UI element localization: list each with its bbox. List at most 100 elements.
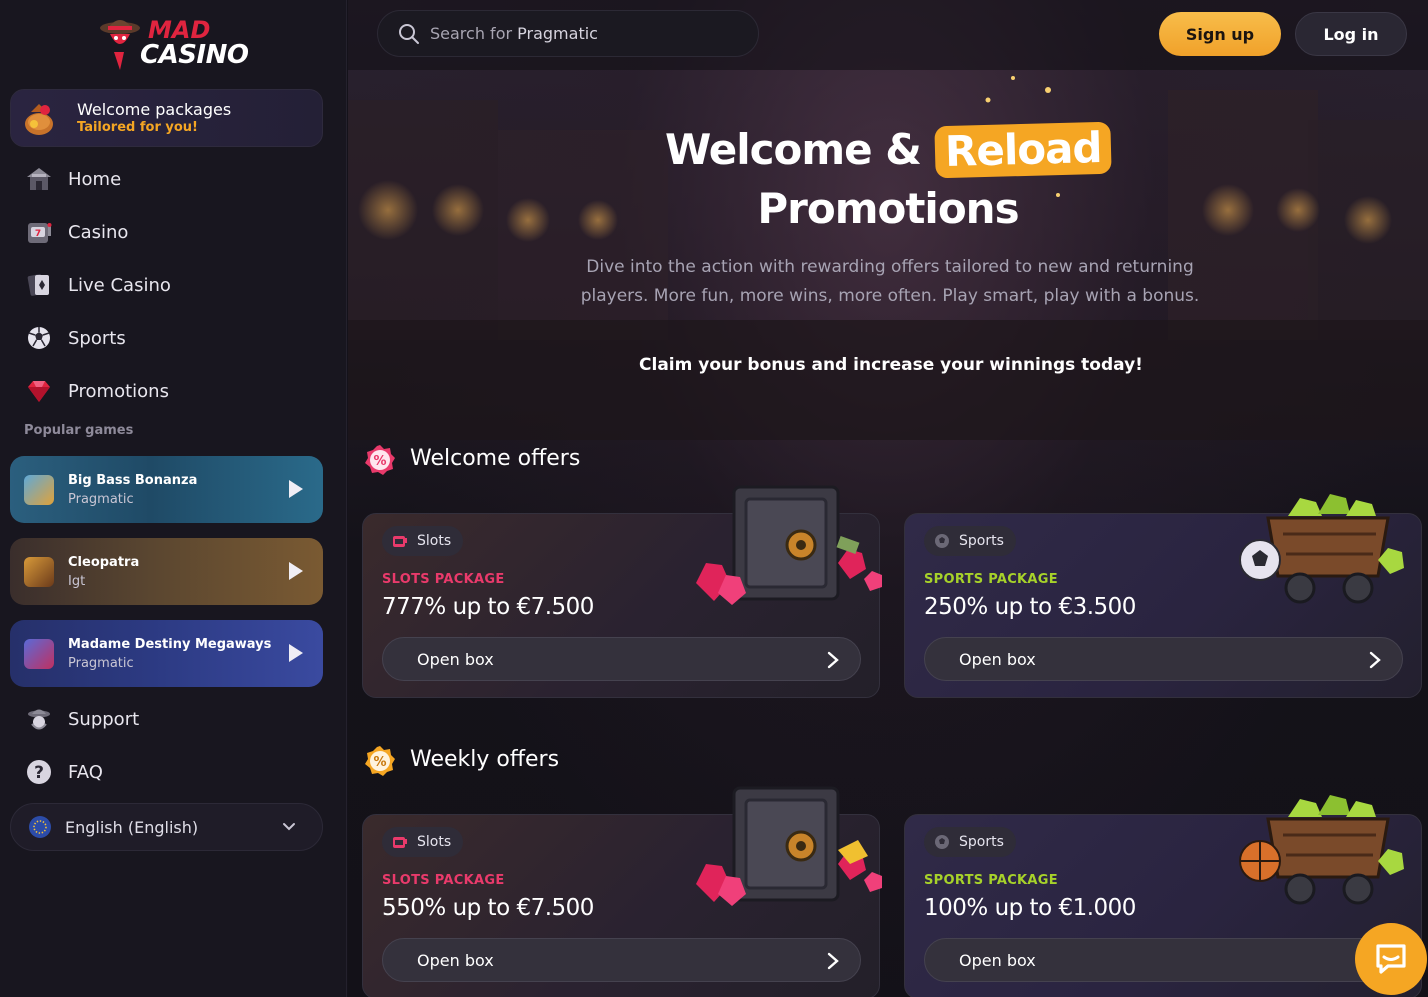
sidebar-item-sports[interactable]: Sports — [14, 314, 324, 362]
percent-badge-icon: % — [365, 445, 395, 475]
search-term: Pragmatic — [517, 24, 598, 43]
soccer-ball-icon — [935, 835, 949, 849]
open-box-label: Open box — [959, 649, 1036, 669]
cowboy-mascot-icon — [100, 20, 140, 70]
hero-title-line2: Promotions — [757, 184, 1019, 233]
popular-game-card[interactable]: Cleopatra Igt — [10, 538, 323, 605]
game-name: Big Bass Bonanza — [68, 472, 198, 488]
category-tag-label: Sports — [959, 533, 1004, 549]
game-thumbnail — [24, 556, 54, 587]
hero-title-line1: Welcome & Reload — [348, 121, 1428, 179]
category-tag: Slots — [382, 526, 464, 556]
popular-games-heading: Popular games — [24, 423, 134, 438]
game-name: Cleopatra — [68, 554, 140, 570]
svg-text:7: 7 — [35, 229, 41, 239]
open-box-label: Open box — [959, 950, 1036, 970]
slot-machine-icon: 7 — [28, 223, 52, 243]
sidebar-item-casino[interactable]: 7 Casino — [14, 208, 324, 256]
soccer-ball-icon — [28, 327, 50, 349]
log-in-button[interactable]: Log in — [1295, 12, 1407, 56]
welcome-packages-title: Welcome packages — [77, 99, 232, 119]
chevron-right-icon — [827, 952, 839, 970]
gem-icon — [28, 381, 50, 402]
sidebar-item-home[interactable]: Home — [14, 155, 324, 203]
game-provider: Igt — [68, 573, 86, 589]
treasure-bag-icon — [25, 104, 53, 135]
play-icon[interactable] — [289, 480, 303, 498]
weekly-offers-heading: Weekly offers — [410, 747, 560, 772]
sidebar-item-label: Home — [68, 168, 122, 190]
offer-amount: 100% up to €1.000 — [924, 895, 1136, 921]
package-label: SLOTS PACKAGE — [382, 572, 505, 587]
support-icon — [28, 709, 50, 730]
play-icon[interactable] — [289, 562, 303, 580]
open-box-button[interactable]: Open box — [382, 637, 861, 681]
sidebar-item-live-casino[interactable]: Live Casino — [14, 261, 324, 309]
game-provider: Pragmatic — [68, 491, 134, 507]
open-box-button[interactable]: Open box — [924, 637, 1403, 681]
welcome-packages-banner[interactable]: Welcome packages Tailored for you! — [10, 89, 323, 147]
hero-claim: Claim your bonus and increase your winni… — [639, 355, 1143, 375]
open-box-button[interactable]: Open box — [382, 938, 861, 982]
hero-title-text: Welcome & — [664, 125, 935, 174]
package-label: SLOTS PACKAGE — [382, 873, 505, 888]
offer-amount: 777% up to €7.500 — [382, 594, 594, 620]
open-box-button[interactable]: Open box — [924, 938, 1403, 982]
soccer-ball-icon — [935, 534, 949, 548]
sidebar-item-faq[interactable]: ? FAQ — [14, 748, 324, 796]
open-box-label: Open box — [417, 950, 494, 970]
svg-text:%: % — [373, 454, 386, 469]
play-icon[interactable] — [289, 644, 303, 662]
game-provider: Pragmatic — [68, 655, 134, 671]
category-tag-label: Sports — [959, 834, 1004, 850]
slot-machine-icon — [393, 536, 407, 547]
popular-game-card[interactable]: Madame Destiny Megaways Pragmatic — [10, 620, 323, 687]
sidebar-item-support[interactable]: Support — [14, 695, 324, 743]
chevron-down-icon — [283, 823, 295, 831]
home-icon — [27, 168, 51, 190]
game-thumbnail — [24, 638, 54, 669]
category-tag-label: Slots — [417, 834, 452, 850]
language-label: English (English) — [65, 817, 199, 837]
sidebar-item-label: Live Casino — [68, 274, 171, 296]
category-tag: Sports — [924, 827, 1016, 857]
open-box-label: Open box — [417, 649, 494, 669]
search-icon — [399, 23, 419, 44]
game-thumbnail — [24, 474, 54, 505]
hero-description: Dive into the action with rewarding offe… — [580, 257, 1200, 306]
search-placeholder: Search for Pragmatic — [430, 24, 598, 43]
safe-with-gems-icon — [696, 485, 882, 605]
sign-up-button[interactable]: Sign up — [1159, 12, 1281, 56]
welcome-packages-subtitle: Tailored for you! — [77, 119, 198, 135]
sidebar: MAD CASINO Welcome packages Tailored for… — [0, 0, 347, 997]
search-input[interactable]: Search for Pragmatic — [377, 10, 759, 57]
live-chat-button[interactable] — [1355, 923, 1427, 995]
sidebar-item-promotions[interactable]: Promotions — [14, 367, 324, 415]
language-select[interactable]: English (English) — [10, 803, 323, 851]
category-tag: Slots — [382, 827, 464, 857]
main-content: Search for Pragmatic Sign up Log in Welc… — [348, 0, 1428, 997]
sidebar-item-label: Support — [68, 708, 140, 730]
western-town-background — [348, 76, 1428, 440]
sidebar-item-label: Promotions — [68, 380, 169, 402]
sidebar-item-label: Sports — [68, 327, 126, 349]
svg-text:?: ? — [34, 763, 44, 783]
game-name: Madame Destiny Megaways — [68, 636, 272, 652]
category-tag: Sports — [924, 526, 1016, 556]
sidebar-item-label: Casino — [68, 221, 129, 243]
welcome-offers-heading: Welcome offers — [410, 446, 581, 471]
popular-game-card[interactable]: Big Bass Bonanza Pragmatic — [10, 456, 323, 523]
safe-with-gems-icon — [696, 786, 882, 906]
cards-icon — [27, 274, 49, 296]
search-prefix: Search for — [430, 24, 518, 43]
question-icon: ? — [27, 760, 51, 784]
package-label: SPORTS PACKAGE — [924, 572, 1058, 587]
percent-badge-icon: % — [365, 746, 395, 776]
chevron-right-icon — [1369, 651, 1381, 669]
logo-text-casino: CASINO — [140, 40, 249, 70]
offer-amount: 550% up to €7.500 — [382, 895, 594, 921]
slot-machine-icon — [393, 837, 407, 848]
package-label: SPORTS PACKAGE — [924, 873, 1058, 888]
mad-casino-logo[interactable]: MAD CASINO — [96, 10, 249, 78]
mine-cart-with-gems-icon — [1239, 795, 1404, 905]
